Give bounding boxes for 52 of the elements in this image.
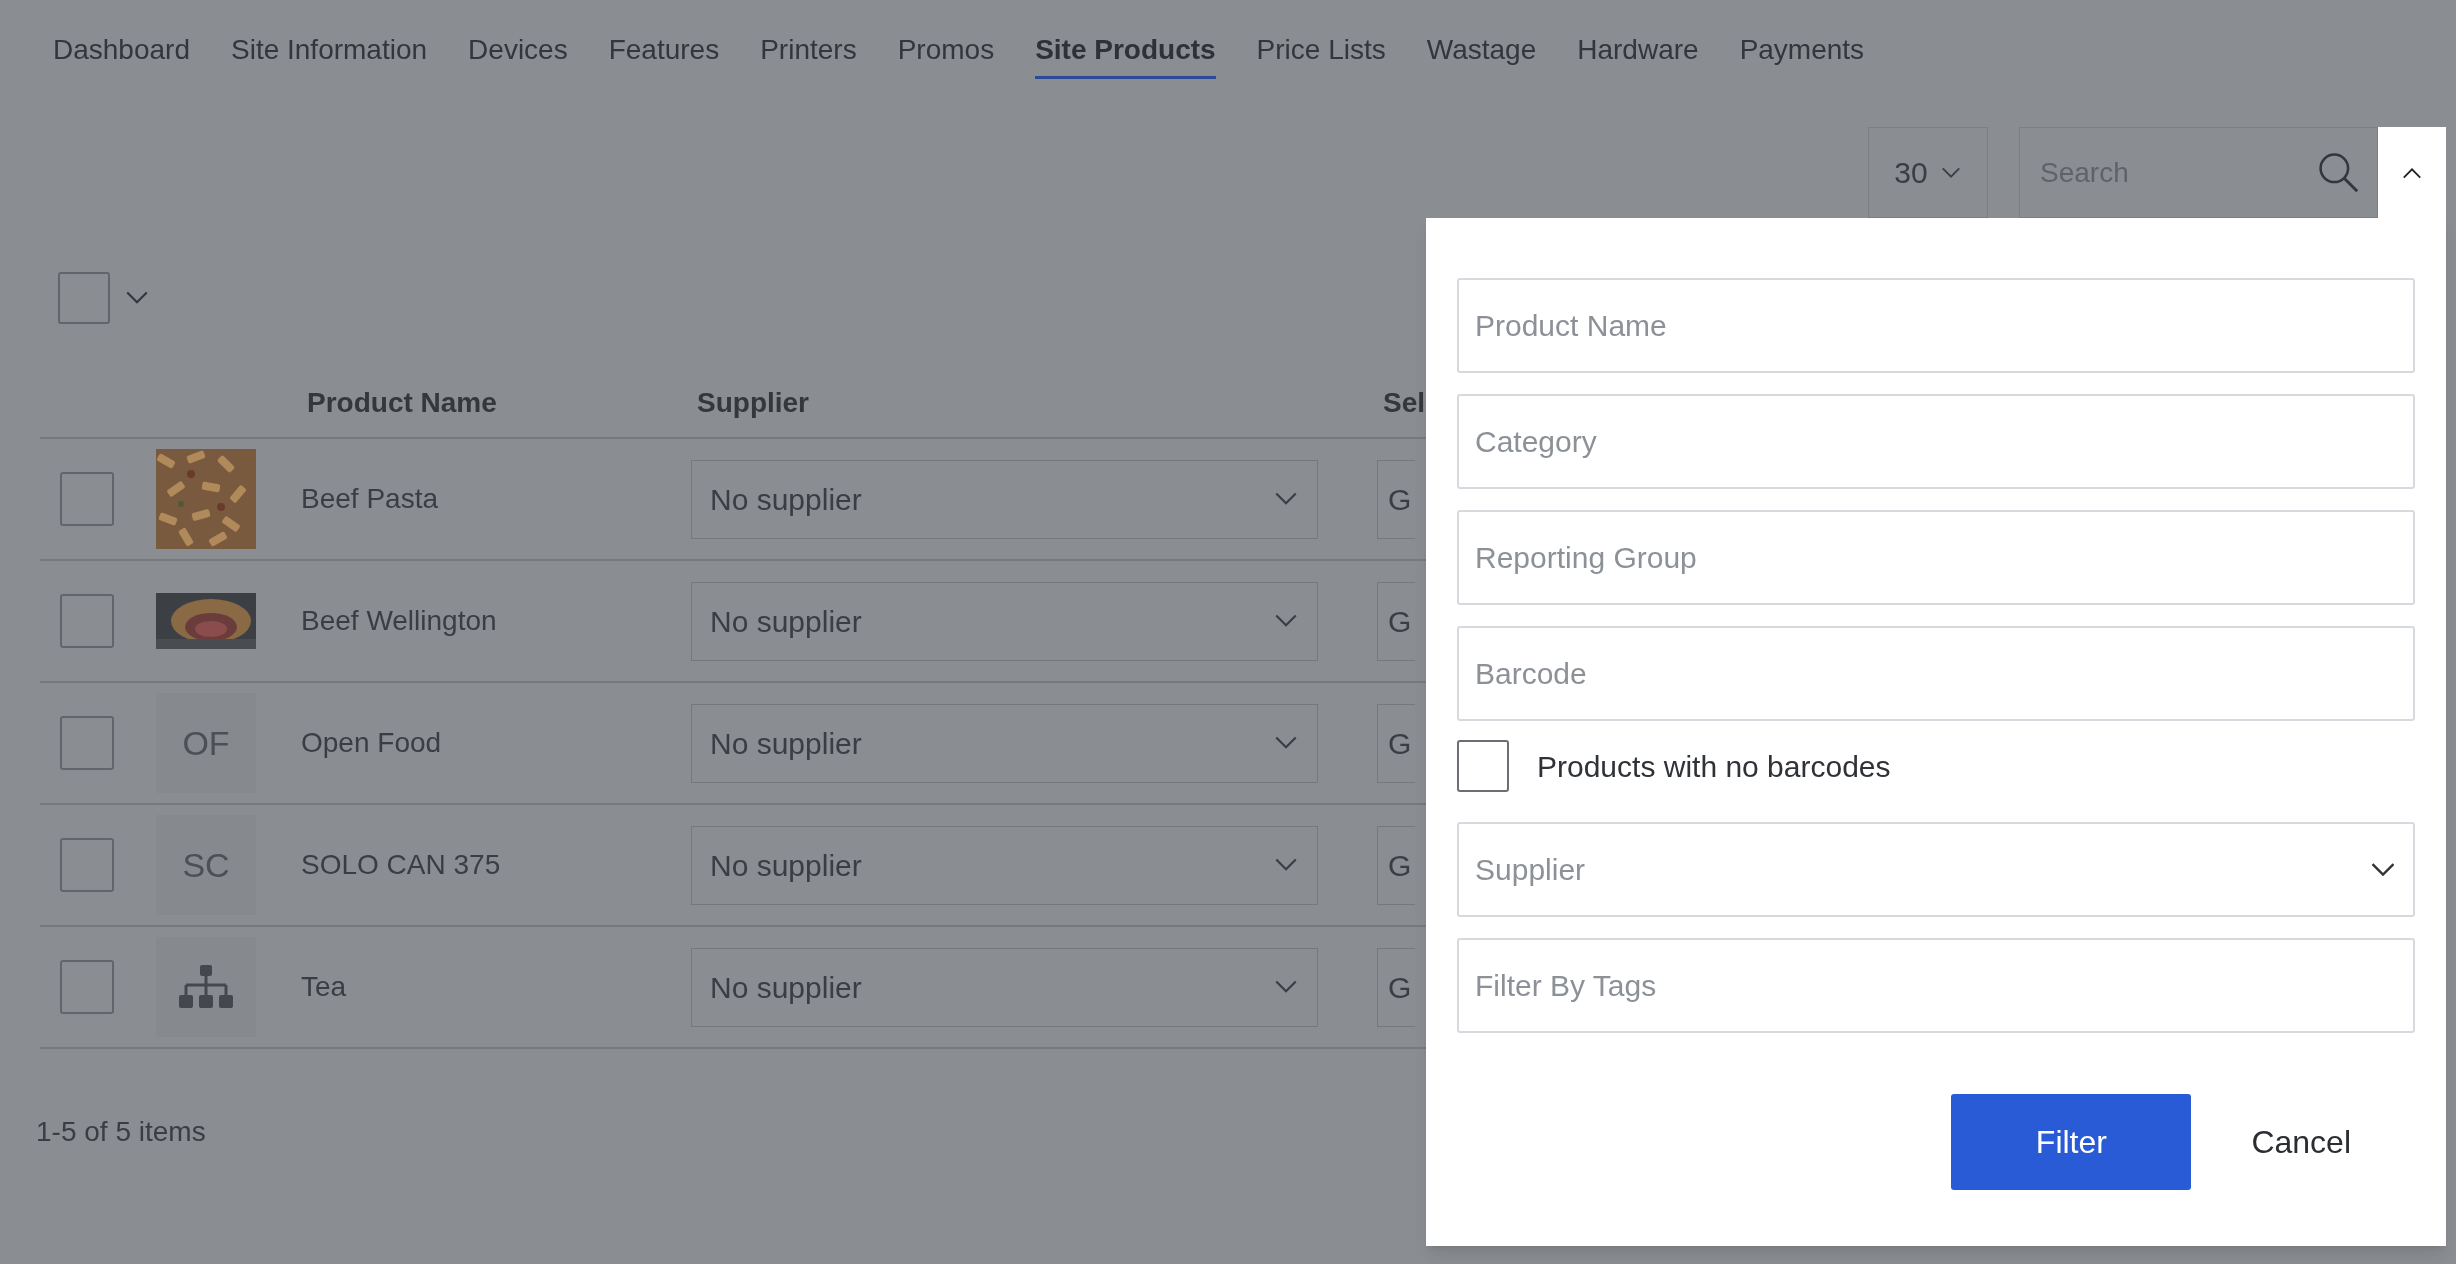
cancel-button[interactable]: Cancel — [2251, 1118, 2351, 1166]
nav-tab[interactable]: Site Information — [231, 30, 428, 79]
checkbox[interactable] — [1457, 740, 1509, 792]
checkbox[interactable] — [60, 716, 114, 770]
page-size-select[interactable]: 30 — [1868, 127, 1988, 218]
product-name: Beef Wellington — [301, 604, 498, 638]
nav-tab[interactable]: Features — [608, 30, 720, 79]
checkbox[interactable] — [60, 594, 114, 648]
column-header: Product Name — [307, 386, 498, 420]
supplier-select[interactable]: No supplier — [691, 581, 1318, 661]
input-field[interactable]: Reporting Group — [1457, 510, 2415, 605]
nav-tab[interactable]: Promos — [897, 30, 995, 79]
select-field[interactable]: G — [1377, 459, 1416, 539]
select-field[interactable]: G — [1377, 703, 1416, 783]
filter-button[interactable]: Filter — [1951, 1094, 2192, 1190]
hierarchy-icon — [179, 965, 233, 1009]
input-field[interactable]: Category — [1457, 394, 2415, 489]
product-name: Beef Pasta — [301, 482, 439, 516]
product-initials: SC — [182, 844, 230, 886]
checkbox[interactable] — [60, 838, 114, 892]
nav-tab[interactable]: Price Lists — [1256, 30, 1386, 79]
nav-tab[interactable]: Printers — [760, 30, 857, 79]
product-name: SOLO CAN 375 — [301, 848, 502, 882]
checkbox[interactable] — [58, 272, 110, 324]
product-initials: OF — [182, 722, 230, 764]
supplier-select[interactable]: Supplier — [1457, 822, 2415, 917]
supplier-select[interactable]: No supplier — [691, 703, 1318, 783]
filter-toggle-button[interactable] — [2378, 127, 2446, 218]
nav-tab[interactable]: Dashboard — [53, 30, 190, 79]
supplier-select[interactable]: No supplier — [691, 947, 1318, 1027]
product-name: Tea — [301, 970, 348, 1004]
checkbox[interactable] — [60, 472, 114, 526]
select-field[interactable]: G — [1377, 947, 1416, 1027]
checkbox-label: Products with no barcodes — [1537, 748, 1891, 785]
nav-tab[interactable]: Wastage — [1426, 30, 1537, 79]
supplier-select[interactable]: No supplier — [691, 459, 1318, 539]
supplier-select[interactable]: No supplier — [691, 825, 1318, 905]
input-field[interactable]: Filter By Tags — [1457, 938, 2415, 1033]
checkbox[interactable] — [60, 960, 114, 1014]
input-field[interactable]: Barcode — [1457, 626, 2415, 721]
input-field[interactable]: Product Name — [1457, 278, 2415, 373]
nav-tab[interactable]: Site Products — [1035, 30, 1216, 79]
nav-tab[interactable]: Hardware — [1577, 30, 1699, 79]
nav-tab[interactable]: Devices — [468, 30, 568, 79]
select-field[interactable]: G — [1377, 825, 1416, 905]
column-header: Supplier — [697, 386, 810, 420]
product-name: Open Food — [301, 726, 443, 760]
nav-tab[interactable]: Payments — [1739, 30, 1865, 79]
select-field[interactable]: G — [1377, 581, 1416, 661]
search-icon — [2316, 150, 2360, 194]
column-header: Sel — [1383, 386, 1426, 420]
pagination-summary: 1-5 of 5 items — [36, 1115, 206, 1149]
